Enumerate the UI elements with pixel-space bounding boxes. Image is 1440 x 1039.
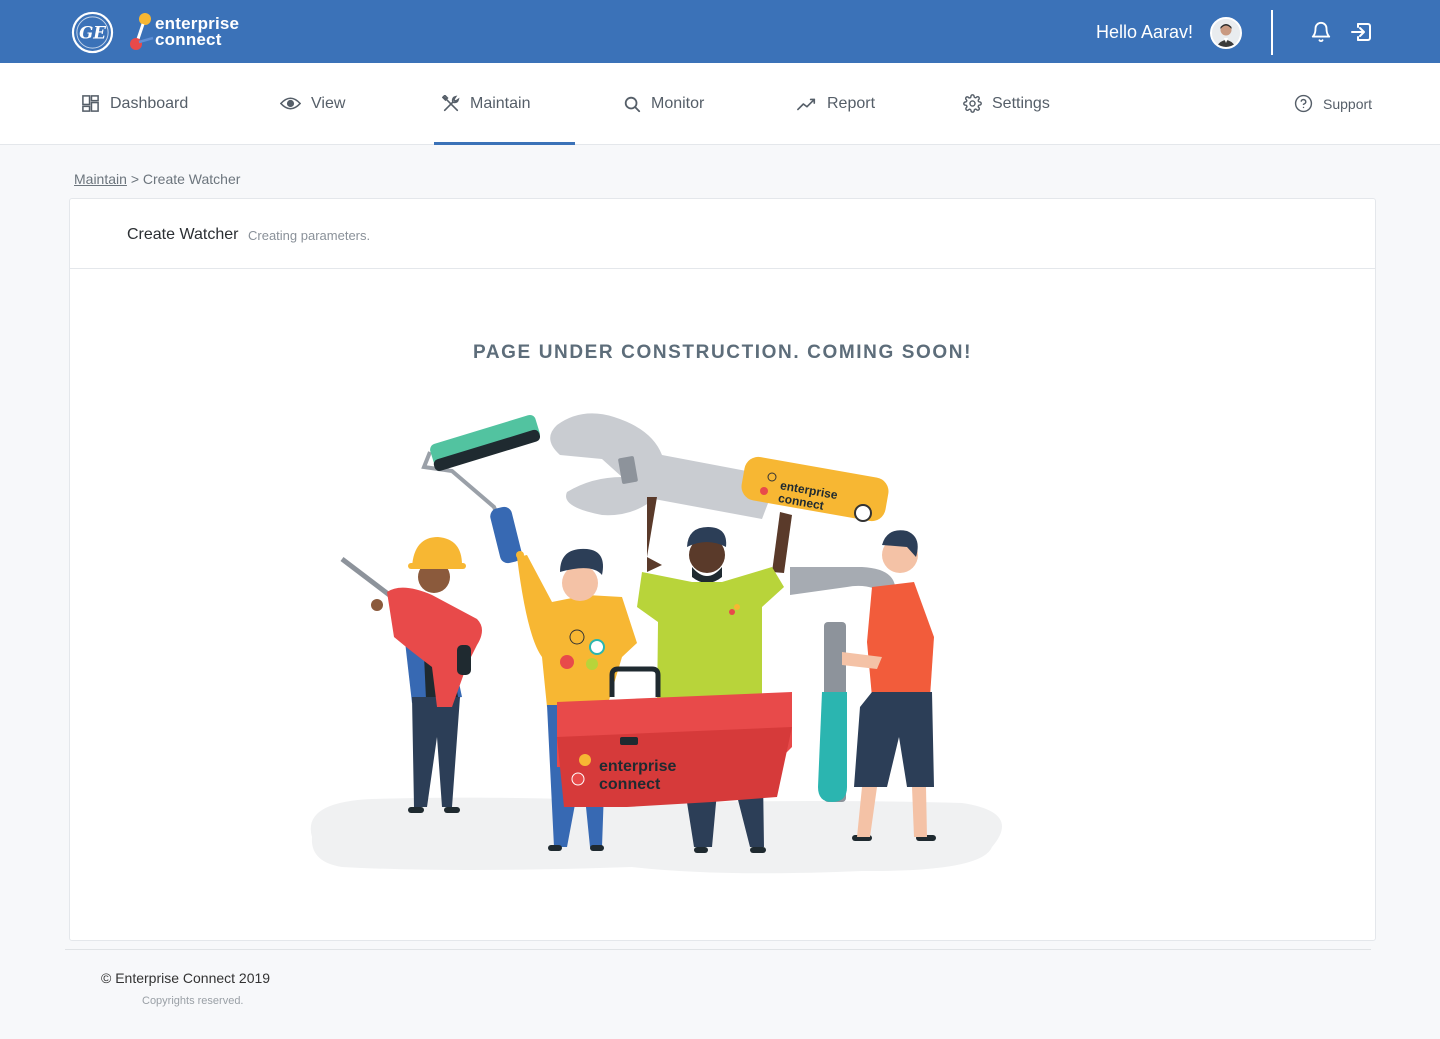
- page-subtitle: Creating parameters.: [248, 228, 371, 243]
- wrench-icon: enterprise connect: [550, 413, 889, 522]
- enterprise-connect-logo[interactable]: enterprise connect: [129, 12, 259, 52]
- construction-illustration: enterprise connect enterprise connect: [310, 413, 1002, 874]
- main-card: Create Watcher Creating parameters. PAGE…: [69, 198, 1376, 941]
- card-header: Create Watcher Creating parameters.: [70, 199, 1375, 269]
- toolbox-brand-2: connect: [599, 776, 661, 793]
- nav-monitor[interactable]: Monitor: [623, 63, 704, 144]
- breadcrumb-separator: >: [130, 171, 139, 187]
- footer-divider: [65, 949, 1371, 950]
- dashboard-icon: [82, 95, 99, 112]
- ge-logo-icon[interactable]: GE: [71, 11, 114, 54]
- nav-view-label: View: [311, 94, 346, 112]
- footer-copyright: © Enterprise Connect 2019: [101, 970, 271, 986]
- nav-view[interactable]: View: [280, 63, 345, 144]
- nav-dashboard-label: Dashboard: [110, 94, 189, 112]
- user-avatar-icon: [1212, 19, 1240, 47]
- toolbox-brand-1: enterprise: [599, 758, 676, 775]
- nav-maintain[interactable]: Maintain: [433, 63, 577, 145]
- nav-dashboard[interactable]: Dashboard: [81, 63, 188, 144]
- construction-message: PAGE UNDER CONSTRUCTION. COMING SOON!: [472, 342, 973, 363]
- svg-text:GE: GE: [79, 22, 106, 42]
- breadcrumb-maintain-link[interactable]: Maintain: [74, 171, 127, 187]
- main-nav: Dashboard View Maintain Monitor Report S…: [0, 63, 1440, 145]
- worker-hammer: [790, 530, 936, 841]
- nav-support[interactable]: Support: [1294, 94, 1372, 113]
- user-greeting: Hello Aarav!: [1096, 22, 1194, 42]
- eye-icon: [280, 97, 301, 110]
- gear-icon: [963, 94, 982, 113]
- header-divider: [1271, 10, 1273, 55]
- page-title: Create Watcher: [127, 226, 239, 243]
- nav-monitor-label: Monitor: [651, 94, 705, 112]
- worker-drill: [340, 537, 482, 813]
- tools-icon: [442, 94, 460, 111]
- trend-icon: [797, 98, 816, 110]
- nav-settings[interactable]: Settings: [963, 63, 1050, 144]
- bell-icon[interactable]: [1310, 21, 1332, 43]
- top-bar: GE enterprise connect Hello Aarav!: [0, 0, 1440, 63]
- brand-line-2: connect: [155, 30, 222, 49]
- nav-support-label: Support: [1323, 95, 1373, 112]
- help-icon: [1294, 94, 1313, 113]
- search-icon: [624, 96, 641, 112]
- footer-rights: Copyrights reserved.: [142, 995, 244, 1007]
- logout-icon[interactable]: [1349, 20, 1373, 44]
- nav-report[interactable]: Report: [797, 63, 875, 144]
- avatar[interactable]: [1210, 17, 1242, 49]
- breadcrumb: Maintain > Create Watcher: [74, 171, 240, 187]
- nav-maintain-label: Maintain: [470, 94, 531, 112]
- nav-report-label: Report: [827, 94, 876, 112]
- nav-settings-label: Settings: [992, 94, 1050, 112]
- breadcrumb-current: Create Watcher: [142, 171, 241, 187]
